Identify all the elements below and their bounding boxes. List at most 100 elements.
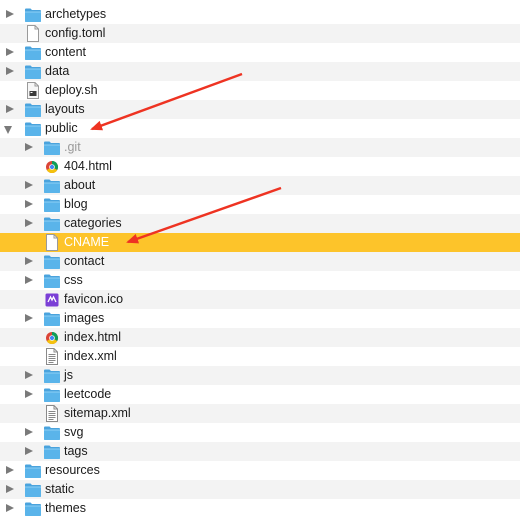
disclosure-triangle-right-icon[interactable]: [25, 428, 33, 436]
tree-row-content[interactable]: content: [0, 43, 520, 62]
tree-row-svg[interactable]: svg: [0, 423, 520, 442]
folder-icon: [43, 253, 61, 270]
tree-row-public[interactable]: public: [0, 119, 520, 138]
disclosure-triangle-right-icon[interactable]: [25, 371, 33, 379]
folder-icon: [24, 500, 42, 517]
tree-item-label: leetcode: [64, 387, 112, 401]
tree-row-deploy-sh[interactable]: deploy.sh: [0, 81, 520, 100]
tree-row-tags[interactable]: tags: [0, 442, 520, 461]
folder-icon: [24, 63, 42, 80]
favicon-image-icon: [43, 291, 61, 308]
tree-row-config-toml[interactable]: config.toml: [0, 24, 520, 43]
disclosure-triangle-down-icon[interactable]: [4, 126, 12, 134]
folder-icon: [43, 367, 61, 384]
tree-row-data[interactable]: data: [0, 62, 520, 81]
tree-item-label: themes: [45, 501, 86, 515]
shell-script-icon: [24, 82, 42, 99]
document-icon: [43, 234, 61, 251]
tree-item-label: tags: [64, 444, 88, 458]
folder-icon: [43, 177, 61, 194]
disclosure-triangle-right-icon[interactable]: [6, 67, 14, 75]
folder-icon: [43, 310, 61, 327]
tree-item-label: index.xml: [64, 349, 117, 363]
disclosure-triangle-right-icon[interactable]: [25, 143, 33, 151]
disclosure-triangle-right-icon[interactable]: [6, 10, 14, 18]
tree-row-sitemap-xml[interactable]: sitemap.xml: [0, 404, 520, 423]
tree-row-layouts[interactable]: layouts: [0, 100, 520, 119]
disclosure-triangle-right-icon[interactable]: [25, 390, 33, 398]
folder-icon: [43, 196, 61, 213]
tree-row-themes[interactable]: themes: [0, 499, 520, 518]
tree-row-css[interactable]: css: [0, 271, 520, 290]
tree-row-contact[interactable]: contact: [0, 252, 520, 271]
tree-item-label: config.toml: [45, 26, 106, 40]
folder-icon: [43, 386, 61, 403]
folder-icon: [43, 272, 61, 289]
folder-icon: [24, 101, 42, 118]
tree-item-label: about: [64, 178, 96, 192]
tree-row-js[interactable]: js: [0, 366, 520, 385]
tree-item-label: css: [64, 273, 83, 287]
tree-row-leetcode[interactable]: leetcode: [0, 385, 520, 404]
folder-icon: [24, 6, 42, 23]
folder-icon: [24, 120, 42, 137]
tree-item-label: CNAME: [64, 235, 110, 249]
tree-row-index-html[interactable]: index.html: [0, 328, 520, 347]
disclosure-triangle-right-icon[interactable]: [25, 200, 33, 208]
tree-item-label: static: [45, 482, 75, 496]
tree-row-cname[interactable]: CNAME: [0, 233, 520, 252]
disclosure-triangle-right-icon[interactable]: [6, 466, 14, 474]
tree-row-index-xml[interactable]: index.xml: [0, 347, 520, 366]
tree-item-label: .git: [64, 140, 81, 154]
tree-row-images[interactable]: images: [0, 309, 520, 328]
tree-item-label: archetypes: [45, 7, 107, 21]
disclosure-triangle-right-icon[interactable]: [25, 181, 33, 189]
disclosure-triangle-right-icon[interactable]: [6, 485, 14, 493]
tree-row-static[interactable]: static: [0, 480, 520, 499]
disclosure-triangle-right-icon[interactable]: [25, 276, 33, 284]
folder-icon: [24, 44, 42, 61]
disclosure-triangle-right-icon[interactable]: [25, 219, 33, 227]
tree-row-blog[interactable]: blog: [0, 195, 520, 214]
tree-item-label: deploy.sh: [45, 83, 98, 97]
tree-item-label: contact: [64, 254, 105, 268]
chrome-html-icon: [43, 329, 61, 346]
tree-item-label: favicon.ico: [64, 292, 124, 306]
tree-item-label: layouts: [45, 102, 85, 116]
tree-row-categories[interactable]: categories: [0, 214, 520, 233]
tree-row-git[interactable]: .git: [0, 138, 520, 157]
chrome-html-icon: [43, 158, 61, 175]
tree-item-label: images: [64, 311, 105, 325]
file-tree: archetypes config.toml content data deploy.s…: [0, 5, 520, 519]
tree-row-favicon-ico[interactable]: favicon.ico: [0, 290, 520, 309]
folder-icon: [24, 462, 42, 479]
tree-item-label: public: [45, 121, 78, 135]
tree-row-404-html[interactable]: 404.html: [0, 157, 520, 176]
document-icon: [24, 25, 42, 42]
tree-item-label: svg: [64, 425, 84, 439]
disclosure-triangle-right-icon[interactable]: [6, 105, 14, 113]
disclosure-triangle-right-icon[interactable]: [6, 48, 14, 56]
folder-icon: [24, 481, 42, 498]
tree-row-archetypes[interactable]: archetypes: [0, 5, 520, 24]
folder-icon: [43, 215, 61, 232]
tree-item-label: categories: [64, 216, 122, 230]
tree-item-label: 404.html: [64, 159, 112, 173]
disclosure-triangle-right-icon[interactable]: [25, 257, 33, 265]
folder-icon: [43, 443, 61, 460]
tree-item-label: data: [45, 64, 70, 78]
tree-row-resources[interactable]: resources: [0, 461, 520, 480]
xml-document-icon: [43, 405, 61, 422]
tree-item-label: content: [45, 45, 87, 59]
tree-row-about[interactable]: about: [0, 176, 520, 195]
xml-document-icon: [43, 348, 61, 365]
folder-icon: [43, 139, 61, 156]
disclosure-triangle-right-icon[interactable]: [25, 447, 33, 455]
disclosure-triangle-right-icon[interactable]: [25, 314, 33, 322]
tree-item-label: index.html: [64, 330, 121, 344]
disclosure-triangle-right-icon[interactable]: [6, 504, 14, 512]
folder-icon: [43, 424, 61, 441]
tree-item-label: js: [64, 368, 74, 382]
tree-item-label: sitemap.xml: [64, 406, 131, 420]
tree-item-label: blog: [64, 197, 88, 211]
